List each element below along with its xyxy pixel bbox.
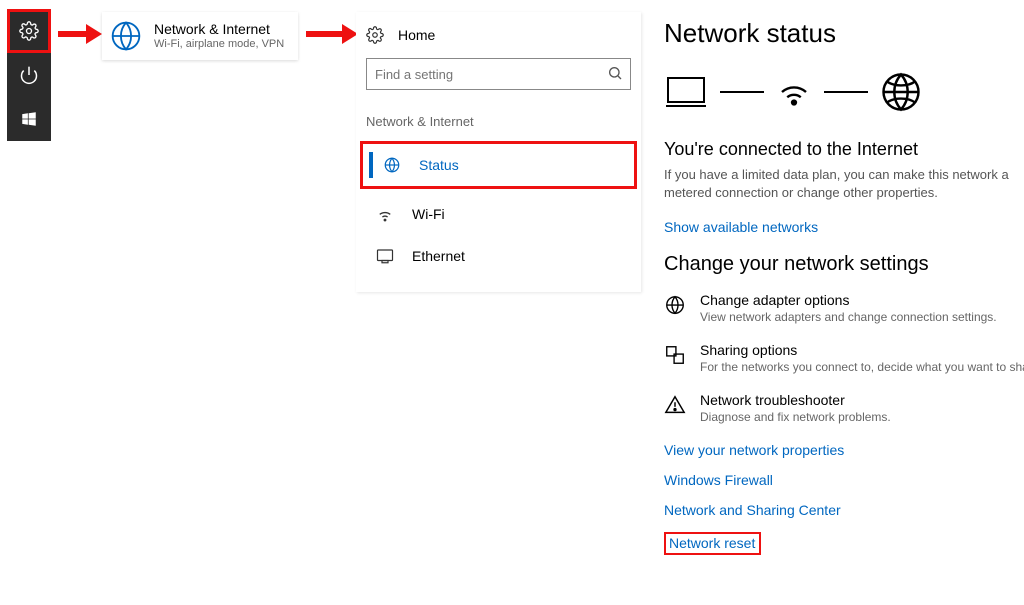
show-available-networks-link[interactable]: Show available networks — [664, 219, 818, 235]
nav-section-header: Network & Internet — [356, 108, 641, 141]
wifi-icon — [776, 74, 812, 110]
sharing-options[interactable]: Sharing options For the networks you con… — [664, 342, 1024, 374]
nav-item-status[interactable]: Status — [363, 144, 634, 186]
home-label: Home — [398, 27, 435, 43]
windows-icon — [20, 110, 38, 128]
nav-item-label: Wi-Fi — [412, 206, 445, 222]
connected-heading: You're connected to the Internet — [664, 139, 1024, 160]
network-troubleshooter[interactable]: Network troubleshooter Diagnose and fix … — [664, 392, 1024, 424]
network-reset-link[interactable]: Network reset — [669, 535, 755, 551]
search-input[interactable] — [366, 58, 631, 90]
network-status-diagram — [664, 71, 1024, 113]
globe-icon — [880, 71, 922, 113]
change-settings-heading: Change your network settings — [664, 253, 1024, 276]
network-sharing-center-link[interactable]: Network and Sharing Center — [664, 502, 1024, 518]
globe-icon — [383, 156, 401, 174]
warning-icon — [664, 394, 686, 416]
globe-icon — [664, 294, 686, 316]
nav-item-ethernet[interactable]: Ethernet — [356, 235, 641, 277]
settings-nav-panel: Home Network & Internet Status Wi-Fi Eth… — [356, 12, 641, 292]
setting-title: Sharing options — [700, 342, 1024, 358]
tutorial-arrow-1 — [58, 24, 102, 44]
setting-sub: Diagnose and fix network problems. — [700, 410, 891, 424]
windows-start-button[interactable] — [7, 97, 51, 141]
setting-title: Network troubleshooter — [700, 392, 891, 408]
globe-icon — [110, 20, 142, 52]
view-network-properties-link[interactable]: View your network properties — [664, 442, 1024, 458]
nav-item-label: Ethernet — [412, 248, 465, 264]
category-subtitle: Wi-Fi, airplane mode, VPN — [154, 38, 284, 50]
power-button[interactable] — [7, 53, 51, 97]
sharing-icon — [664, 344, 686, 366]
nav-item-label: Status — [419, 157, 459, 173]
category-title: Network & Internet — [154, 22, 284, 37]
search-icon — [607, 65, 623, 81]
change-adapter-options[interactable]: Change adapter options View network adap… — [664, 292, 1024, 324]
connected-description: If you have a limited data plan, you can… — [664, 166, 1024, 201]
computer-icon — [664, 74, 708, 110]
gear-icon — [366, 26, 384, 44]
settings-category-network[interactable]: Network & Internet Wi-Fi, airplane mode,… — [102, 12, 298, 60]
page-title: Network status — [664, 18, 1024, 49]
setting-sub: For the networks you connect to, decide … — [700, 360, 1024, 374]
windows-firewall-link[interactable]: Windows Firewall — [664, 472, 1024, 488]
wifi-icon — [376, 205, 394, 223]
setting-title: Change adapter options — [700, 292, 997, 308]
main-content: Network status You're connected to the I… — [664, 18, 1024, 555]
nav-item-wifi[interactable]: Wi-Fi — [356, 193, 641, 235]
gear-icon — [19, 21, 39, 41]
home-button[interactable]: Home — [356, 12, 641, 58]
start-menu-strip — [7, 9, 51, 141]
ethernet-icon — [376, 247, 394, 265]
tutorial-arrow-2 — [306, 24, 358, 44]
power-icon — [19, 65, 39, 85]
setting-sub: View network adapters and change connect… — [700, 310, 997, 324]
settings-button[interactable] — [7, 9, 51, 53]
